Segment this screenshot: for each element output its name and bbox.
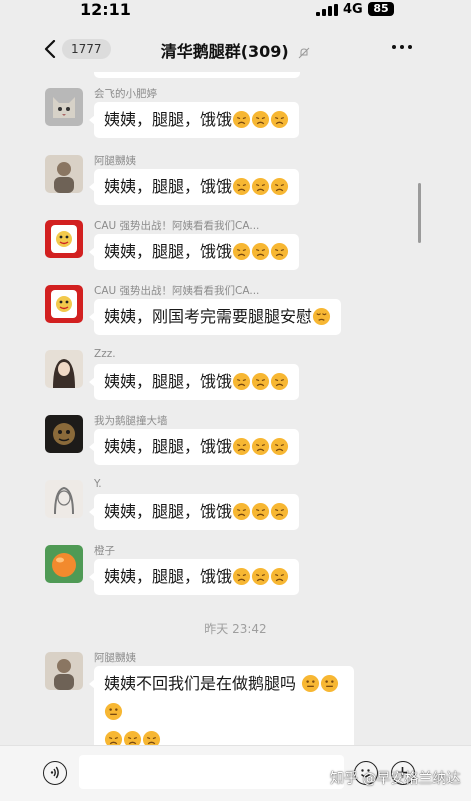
sender-name: 阿腿嬲姨 (94, 155, 136, 167)
watermark: 知乎 @早安格兰纳达 (330, 771, 461, 787)
more-options-button[interactable] (392, 45, 412, 51)
emoji-group (232, 177, 289, 196)
emoji-group (232, 242, 289, 261)
avatar[interactable] (45, 88, 83, 126)
message-text: 姨姨，腿腿，饿饿 (104, 177, 233, 196)
sender-name: 橙子 (94, 545, 115, 557)
previous-message-bubble (94, 72, 300, 78)
emoji-group (312, 307, 331, 326)
mute-icon (298, 47, 310, 58)
message-text: 姨姨，腿腿，饿饿 (104, 110, 233, 129)
battery-icon: 85 (368, 2, 394, 16)
emoji-group (232, 110, 289, 129)
avatar[interactable] (45, 545, 83, 583)
avatar[interactable] (45, 155, 83, 193)
avatar[interactable] (45, 652, 83, 690)
message-bubble[interactable]: 姨姨不回我们是在做鹅腿吗 (89, 666, 354, 750)
message-bubble[interactable]: 姨姨，腿腿，饿饿 (88, 102, 300, 138)
sender-name: Y. (94, 478, 102, 490)
sender-name: 阿腿嬲姨 (94, 652, 136, 664)
voice-button[interactable] (43, 761, 67, 785)
chat-header: 1777 清华鹅腿群(309) (0, 22, 471, 72)
message-bubble[interactable]: 姨姨，腿腿，饿饿 (88, 169, 300, 205)
sender-name: CAU 强势出战！阿姨看看我们CA... (94, 220, 260, 232)
message-bubble[interactable]: 姨姨，腿腿，饿饿 (88, 234, 300, 270)
message-list[interactable]: 会飞的小肥婷 姨姨，腿腿，饿饿 阿腿嬲姨 姨姨，腿腿，饿饿 CAU 强势出战！阿姨看看我… (0, 72, 471, 750)
avatar[interactable] (45, 350, 83, 388)
message-input[interactable] (79, 755, 344, 789)
timestamp: 昨天 23:42 (204, 622, 267, 636)
avatar[interactable] (45, 285, 83, 323)
message-text: 姨姨，腿腿，饿饿 (104, 567, 233, 586)
voice-icon (50, 766, 59, 779)
message-bubble[interactable]: 姨姨，腿腿，饿饿 (88, 429, 300, 465)
signal-icon (316, 4, 338, 16)
message-bubble[interactable]: 姨姨，腿腿，饿饿 (88, 364, 300, 400)
message-bubble[interactable]: 姨姨，腿腿，饿饿 (88, 559, 300, 595)
network-type: 4G (343, 2, 363, 17)
message-bubble[interactable]: 姨姨，刚国考完需要腿腿安慰 (88, 299, 342, 335)
scrollbar[interactable] (418, 183, 421, 243)
sender-name: Zzz. (94, 348, 116, 360)
status-time: 12:11 (80, 0, 131, 19)
sender-name: 会飞的小肥婷 (94, 88, 157, 100)
emoji-group (232, 372, 289, 391)
message-text: 姨姨，腿腿，饿饿 (104, 242, 233, 261)
emoji-group (232, 502, 289, 521)
status-bar: 12:11 4G 85 (0, 0, 471, 22)
message-text: 姨姨，腿腿，饿饿 (104, 372, 233, 391)
chat-title-text: 清华鹅腿群(309) (160, 42, 289, 61)
message-text: 姨姨，腿腿，饿饿 (104, 502, 233, 521)
avatar[interactable] (45, 415, 83, 453)
emoji-group (232, 437, 289, 456)
message-text: 姨姨，腿腿，饿饿 (104, 437, 233, 456)
sender-name: CAU 强势出战！阿姨看看我们CA... (94, 285, 260, 297)
message-text: 姨姨不回我们是在做鹅腿吗 (104, 674, 297, 693)
avatar[interactable] (45, 220, 83, 258)
emoji-group (232, 567, 289, 586)
message-bubble[interactable]: 姨姨，腿腿，饿饿 (88, 494, 300, 530)
sender-name: 我为鹅腿撞大墙 (94, 415, 168, 427)
message-text: 姨姨，刚国考完需要腿腿安慰 (104, 307, 313, 326)
avatar[interactable] (45, 480, 83, 518)
